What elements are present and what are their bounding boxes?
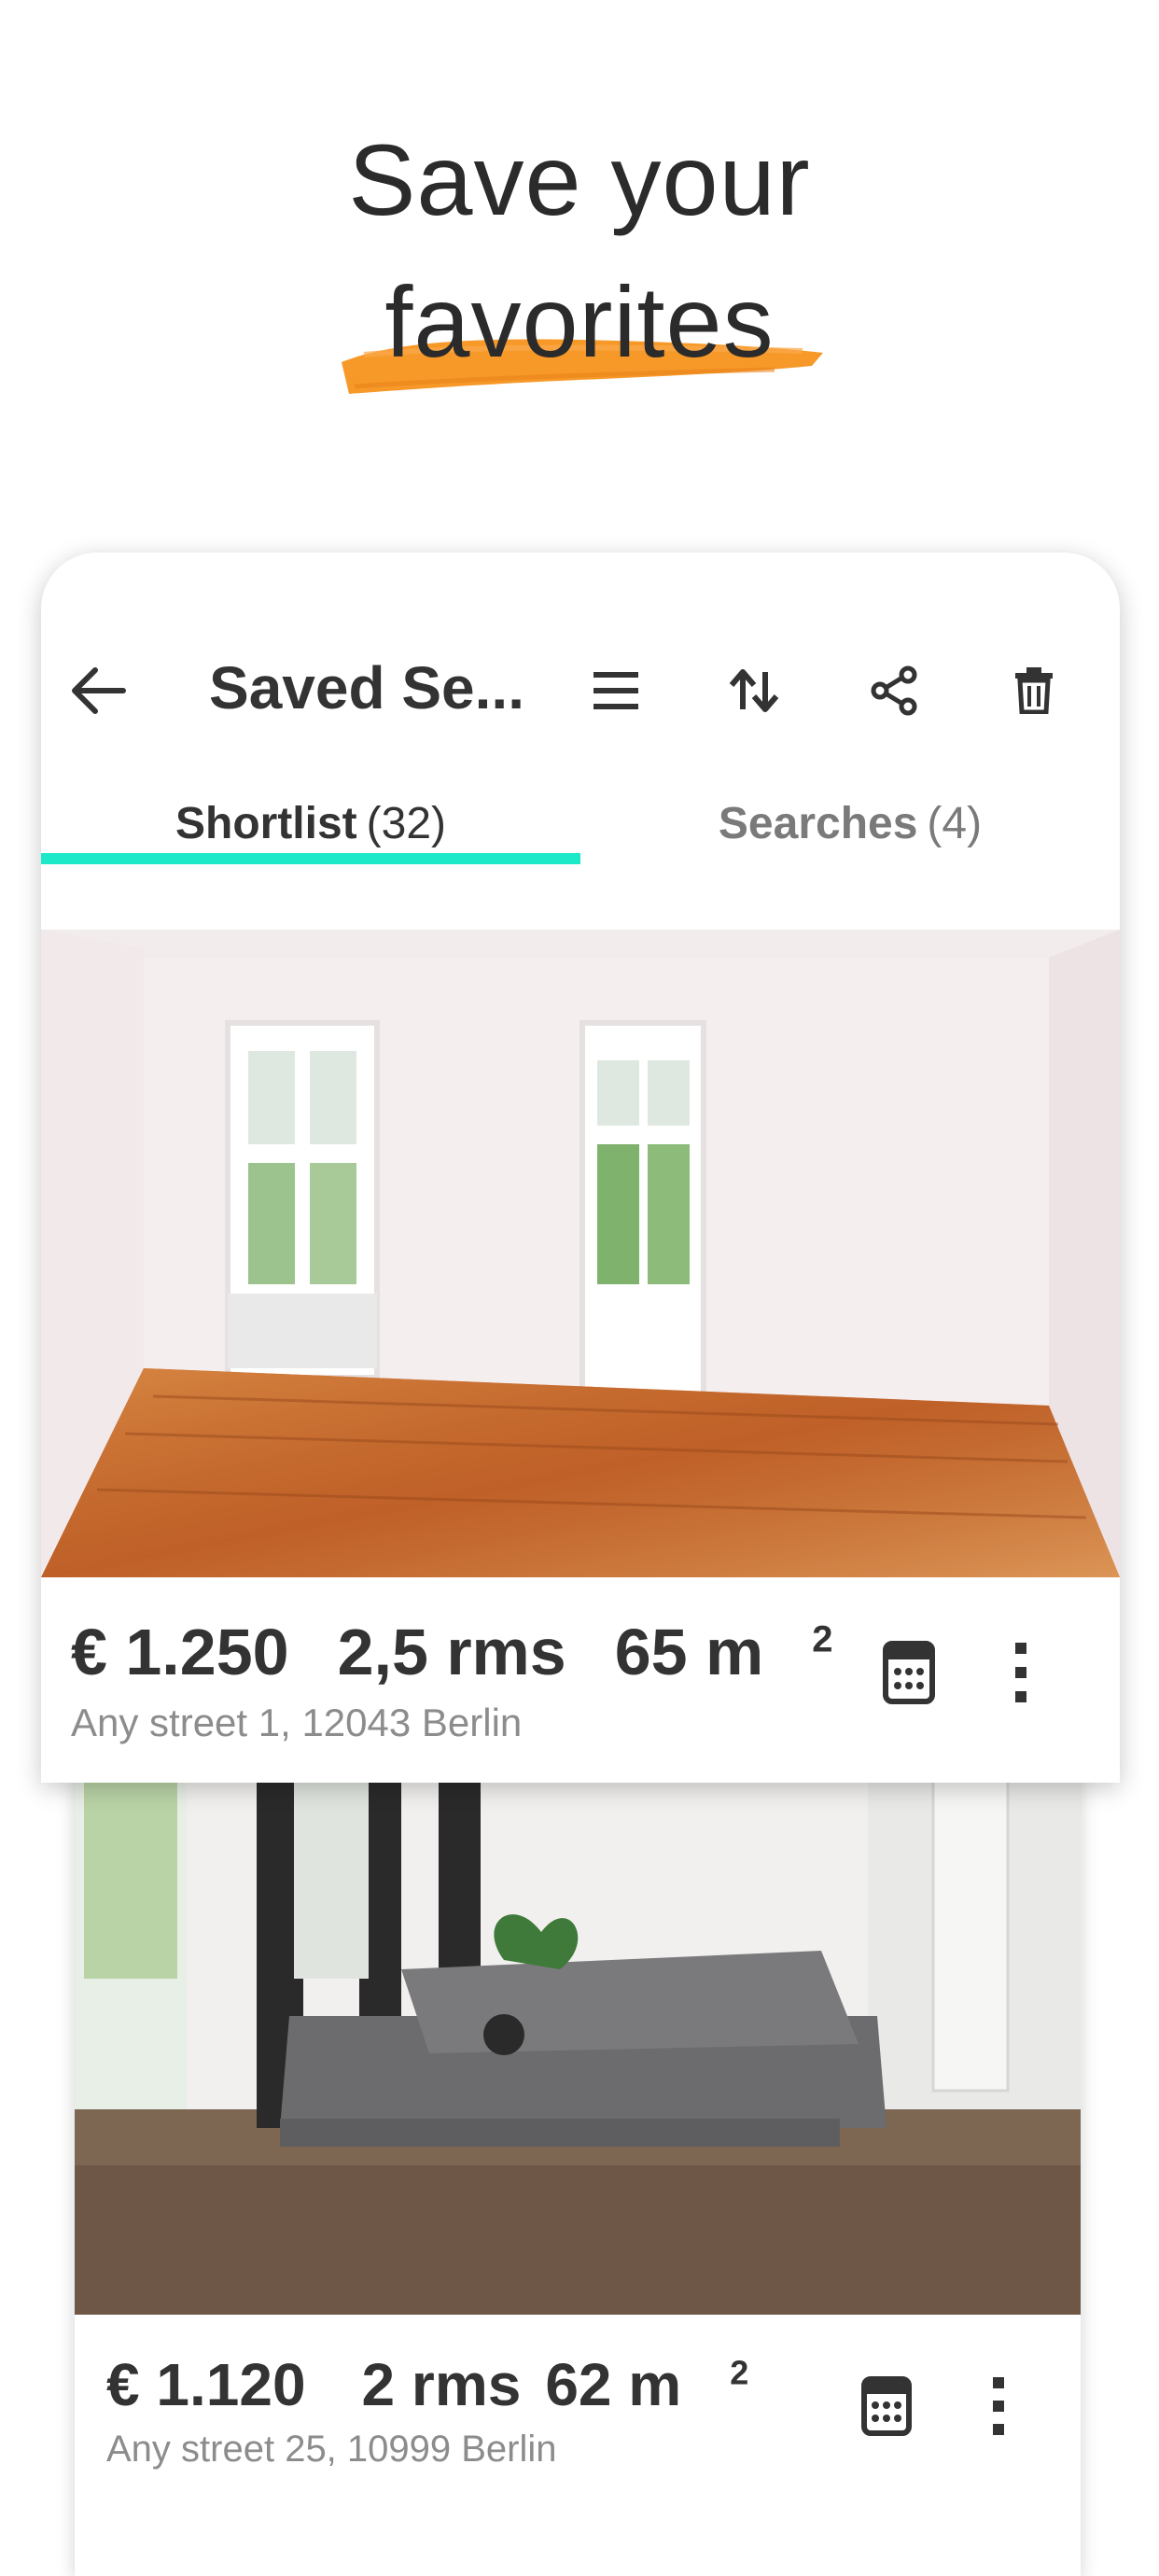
- list-icon[interactable]: [582, 657, 649, 724]
- listing-1-rooms: 2,5 rms: [337, 1616, 566, 1688]
- app-window: Saved Se... Shortlist (32) Searches (4) …: [41, 553, 1120, 1783]
- toolbar-title: Saved Se...: [209, 654, 524, 721]
- more-options-icon[interactable]: [980, 2371, 1017, 2442]
- back-arrow-icon[interactable]: [65, 657, 133, 724]
- trash-icon[interactable]: [1000, 657, 1068, 724]
- tab-bar: Shortlist (32) Searches (4): [41, 758, 1120, 889]
- calculator-icon[interactable]: [877, 1635, 941, 1710]
- listing-1-area: 65 m2: [614, 1616, 833, 1688]
- listing-2-price: € 1.120: [106, 2351, 306, 2418]
- listing-1-price-row: € 1.250 2,5 rms 65 m2: [71, 1615, 833, 1689]
- listing-card-2[interactable]: € 1.120 2 rms 62 m2 Any street 25, 10999 B…: [75, 1736, 1081, 2576]
- listing-1-info[interactable]: € 1.250 2,5 rms 65 m2 Any street 1, 12043 …: [41, 1577, 1120, 1783]
- more-options-icon[interactable]: [1002, 1635, 1040, 1710]
- active-tab-indicator: [41, 853, 580, 864]
- listing-1-price: € 1.250: [71, 1616, 289, 1688]
- listing-photo-empty-room[interactable]: [41, 930, 1120, 1577]
- listing-2-rooms: 2 rms: [361, 2351, 522, 2418]
- toolbar: Saved Se...: [41, 609, 1120, 758]
- listing-1-address: Any street 1, 12043 Berlin: [71, 1701, 523, 1744]
- listing-photo-living-room[interactable]: [75, 1736, 1081, 2315]
- listing-2-area: 62 m2: [545, 2351, 749, 2418]
- calculator-icon[interactable]: [857, 2371, 916, 2442]
- listing-2-price-row: € 1.120 2 rms 62 m2: [106, 2350, 797, 2418]
- sort-icon[interactable]: [720, 657, 788, 724]
- share-icon[interactable]: [860, 657, 928, 724]
- headline-line-2: favorites: [384, 265, 775, 378]
- listing-2-address: Any street 25, 10999 Berlin: [106, 2429, 557, 2470]
- tab-shortlist[interactable]: Shortlist (32): [41, 758, 580, 889]
- tab-searches[interactable]: Searches (4): [580, 758, 1120, 889]
- headline-line-1: Save your: [348, 123, 811, 236]
